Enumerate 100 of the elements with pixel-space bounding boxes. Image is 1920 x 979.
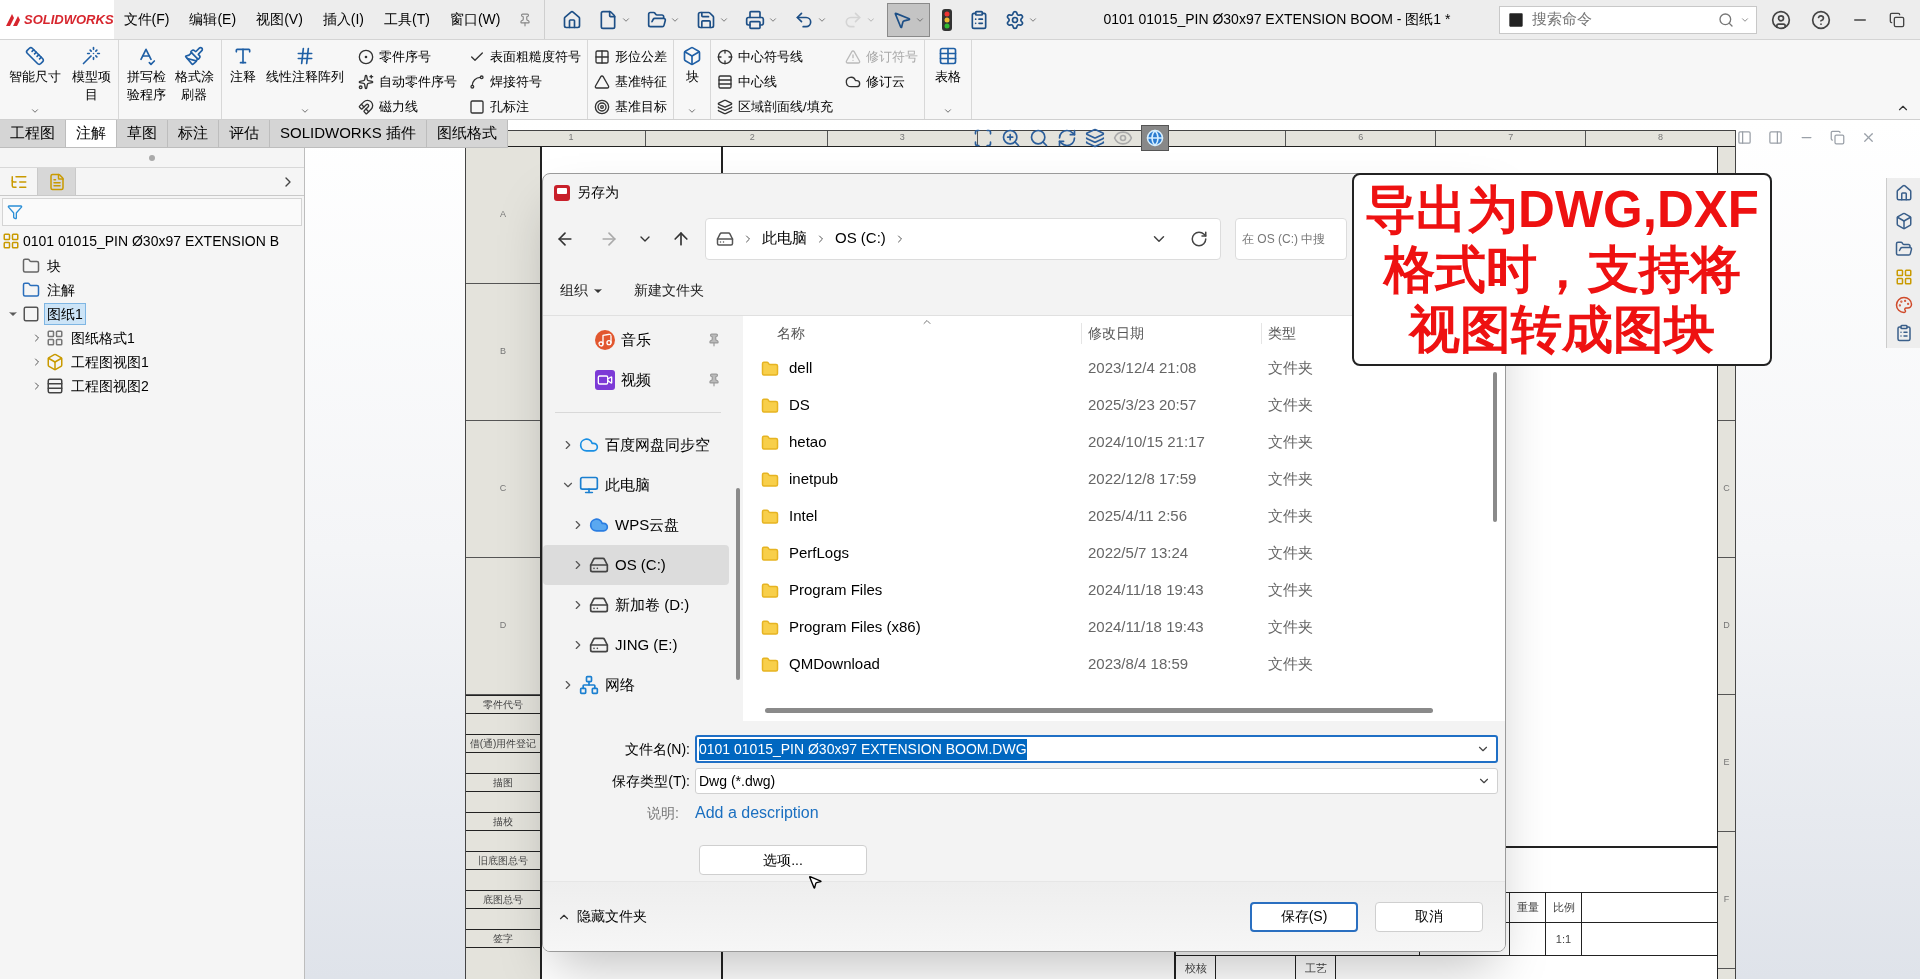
search-field[interactable]: 搜索命令 xyxy=(1498,5,1757,34)
tree-root[interactable]: 0101 01015_PIN Ø30x97 EXTENSION B xyxy=(23,230,280,252)
toolbar-button[interactable]: 新建文件夹 xyxy=(634,280,704,301)
ribbon-button[interactable]: 中心线 xyxy=(717,69,833,94)
select-button[interactable] xyxy=(887,2,931,37)
ribbon-button[interactable]: 基准目标 xyxy=(594,94,667,119)
options-button[interactable]: 选项... xyxy=(699,845,867,875)
breadcrumb-item[interactable]: 此电脑 xyxy=(762,227,807,250)
tree-item[interactable]: 工程图视图2 xyxy=(68,375,152,397)
refresh-icon[interactable] xyxy=(1190,229,1208,248)
nav-item[interactable]: WPS云盘 xyxy=(615,513,680,537)
toolbar-button[interactable]: 组织 xyxy=(560,280,604,301)
panel-left-icon[interactable] xyxy=(1737,130,1752,145)
nav-item-highlight[interactable]: OS (C:) xyxy=(543,545,729,585)
restore-icon[interactable] xyxy=(1888,11,1905,28)
ribbon-button[interactable]: 表面粗糙度符号 xyxy=(469,44,581,69)
column-header[interactable]: 修改日期 xyxy=(1081,322,1261,344)
scrollbar-thumb[interactable] xyxy=(736,488,740,680)
help-icon[interactable] xyxy=(1810,9,1831,30)
nav-item[interactable]: 音乐 xyxy=(621,328,651,352)
file-name[interactable]: Program Files (x86) xyxy=(789,616,921,639)
breadcrumb-item[interactable]: OS (C:) xyxy=(835,227,886,250)
pin-icon[interactable] xyxy=(518,12,533,27)
hide-folders-button[interactable]: 隐藏文件夹 xyxy=(577,906,647,927)
eye-icon[interactable] xyxy=(1113,128,1133,148)
menu-item[interactable]: 视图(V) xyxy=(246,0,313,39)
file-name[interactable]: hetao xyxy=(789,431,827,454)
ribbon-button[interactable]: 块 xyxy=(677,40,707,119)
ribbon-button[interactable]: 格式涂刷器 xyxy=(170,40,218,119)
palette-icon[interactable] xyxy=(1894,296,1913,314)
menu-item[interactable]: 文件(F) xyxy=(113,0,180,39)
nav-item[interactable]: OS (C:) xyxy=(615,553,666,577)
ribbon-button[interactable]: 模型项目 xyxy=(67,40,115,119)
weld-line-icon xyxy=(469,73,485,90)
file-name[interactable]: Intel xyxy=(789,505,818,528)
menu-item[interactable]: 工具(T) xyxy=(374,0,440,39)
nav-item[interactable]: 此电脑 xyxy=(605,473,650,497)
nav-item[interactable]: 百度网盘同步空 xyxy=(605,433,710,457)
file-name[interactable]: dell xyxy=(789,357,813,380)
tree-item[interactable]: 注解 xyxy=(44,279,78,301)
ribbon-button[interactable]: 焊接符号 xyxy=(469,69,581,94)
search-input[interactable]: 搜索命令 xyxy=(1531,8,1718,31)
ribbon-button[interactable]: 孔标注 xyxy=(469,94,581,119)
rotate-icon[interactable] xyxy=(1057,128,1077,148)
scrollbar-thumb[interactable] xyxy=(1493,372,1497,522)
ribbon-button[interactable]: 智能尺寸 xyxy=(3,40,67,119)
title-block-cell: 校核 xyxy=(1176,956,1216,979)
tree-item[interactable]: 图纸1 xyxy=(44,303,86,325)
ribbon-button[interactable]: 拼写检验程序 xyxy=(122,40,170,119)
ribbon-tab[interactable]: 注解 xyxy=(66,120,117,147)
menu-item[interactable]: 插入(I) xyxy=(312,0,374,39)
close-icon[interactable] xyxy=(1861,130,1876,145)
file-type-dropdown[interactable]: Dwg (*.dwg) xyxy=(695,768,1498,794)
file-name[interactable]: Program Files xyxy=(789,579,883,602)
clipboard-list-icon[interactable] xyxy=(1894,324,1913,342)
ribbon-button[interactable]: 形位公差 xyxy=(594,44,667,69)
nav-item[interactable]: 网络 xyxy=(605,673,635,697)
ribbon-button[interactable]: 零件序号 xyxy=(358,44,457,69)
field-label: 说明: xyxy=(646,803,680,823)
scrollbar-thumb[interactable] xyxy=(765,708,1433,713)
open-folder-icon[interactable] xyxy=(1894,240,1913,258)
zoom-area-icon[interactable] xyxy=(1001,128,1021,148)
ribbon-button[interactable]: 区域剖面线/填充 xyxy=(717,94,833,119)
filter-field[interactable] xyxy=(2,198,302,226)
file-name[interactable]: QMDownload xyxy=(789,653,880,676)
file-name[interactable]: PerfLogs xyxy=(789,542,850,565)
file-name-field[interactable]: 0101 01015_PIN Ø30x97 EXTENSION BOOM.DWG xyxy=(695,735,1498,763)
magnifier-icon[interactable] xyxy=(1029,128,1049,148)
add-description-link[interactable]: Add a description xyxy=(695,801,819,825)
ribbon-button[interactable]: 自动零件序号 xyxy=(358,69,457,94)
tree-item[interactable]: 工程图视图1 xyxy=(68,351,152,373)
dialog-button[interactable]: 取消 xyxy=(1375,901,1483,932)
file-name[interactable]: inetpub xyxy=(789,468,839,491)
zoom-to-fit-icon[interactable] xyxy=(973,128,993,148)
home-icon[interactable] xyxy=(1894,184,1913,202)
ribbon-button[interactable]: 线性注释阵列 xyxy=(261,40,349,119)
column-header[interactable]: 类型 xyxy=(1261,322,1341,344)
ribbon-button[interactable]: 注释 xyxy=(225,40,261,119)
ribbon-button[interactable]: 磁力线 xyxy=(358,94,457,119)
nav-item[interactable]: 视频 xyxy=(621,368,651,392)
ribbon-button[interactable]: 中心符号线 xyxy=(717,44,833,69)
menu-item[interactable]: 窗口(W) xyxy=(439,0,511,39)
tree-item[interactable]: 图纸格式1 xyxy=(68,327,138,349)
ribbon-button[interactable]: 基准特征 xyxy=(594,69,667,94)
nav-item[interactable]: 新加卷 (D:) xyxy=(615,593,690,617)
account-icon[interactable] xyxy=(1770,9,1791,30)
appearance-button[interactable] xyxy=(1141,125,1169,151)
tree-item[interactable]: 块 xyxy=(44,255,64,277)
ribbon-button[interactable]: 修订云 xyxy=(844,69,918,94)
column-header[interactable]: 名称 xyxy=(743,322,1081,344)
cube-icon[interactable] xyxy=(1894,212,1913,230)
panel-handle-icon[interactable] xyxy=(149,154,155,161)
ribbon-button[interactable]: 表格 xyxy=(927,40,968,119)
nav-item[interactable]: JING (E:) xyxy=(615,633,678,657)
menu-item[interactable]: 编辑(E) xyxy=(179,0,247,39)
display-style-icon[interactable] xyxy=(1085,128,1105,148)
panel-right-icon[interactable] xyxy=(1768,130,1783,145)
search-field[interactable]: 在 OS (C:) 中搜 xyxy=(1235,217,1347,260)
file-name[interactable]: DS xyxy=(789,394,810,417)
dialog-button[interactable]: 保存(S) xyxy=(1250,901,1358,932)
